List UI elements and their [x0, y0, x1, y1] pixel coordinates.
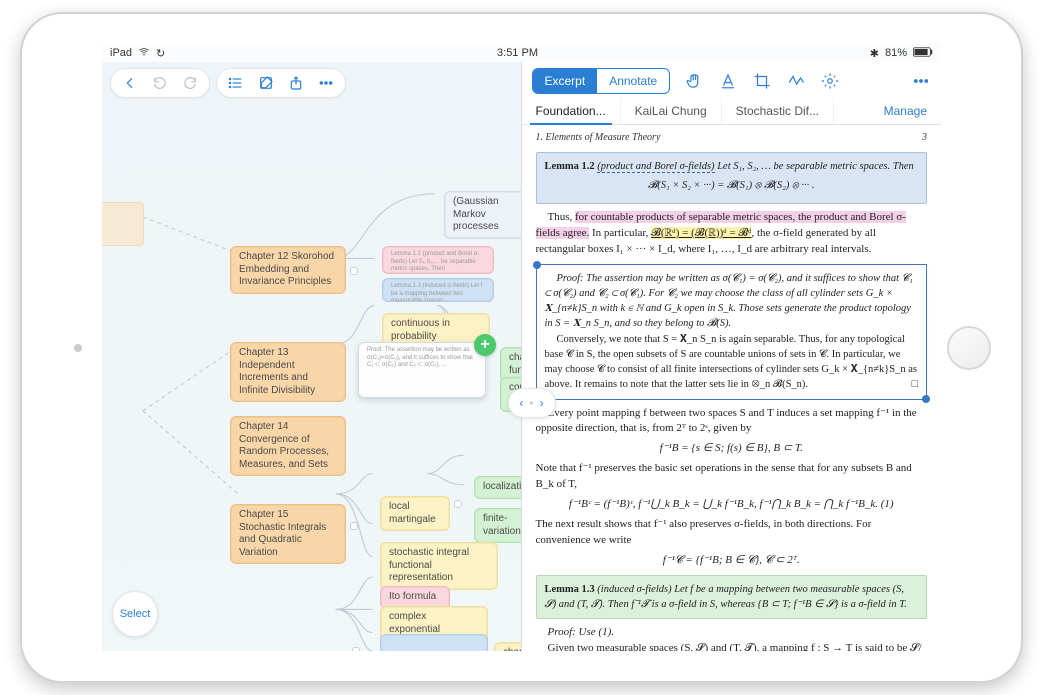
excerpt-stub[interactable]	[380, 634, 488, 651]
undo-icon[interactable]	[151, 74, 169, 92]
node-ch12[interactable]: Chapter 12 Skorohod Embedding and Invari…	[230, 246, 346, 294]
document-pane: Excerpt Annotate Foundation... KaiL	[522, 62, 942, 651]
tab-foundation[interactable]: Foundation...	[522, 98, 621, 124]
wifi-icon	[138, 46, 150, 61]
sync-icon: ↻	[156, 47, 165, 60]
more-icon[interactable]	[317, 74, 335, 92]
selected-proof[interactable]: Proof: The assertion may be written as σ…	[536, 264, 928, 400]
share-icon[interactable]	[287, 74, 305, 92]
tab-stochastic[interactable]: Stochastic Dif...	[722, 98, 834, 124]
right-toolbar: Excerpt Annotate	[522, 62, 942, 98]
mindmap-pane[interactable]: (Gaussian Markov processes Chapter 12 Sk…	[102, 62, 522, 651]
excerpt-lemma13[interactable]: Lemma 1.3 (induced σ-fields) Let f be a …	[382, 278, 494, 302]
node-gaussian[interactable]: (Gaussian Markov processes	[444, 191, 522, 239]
clock: 3:51 PM	[497, 47, 538, 59]
node-fv[interactable]: finite-variation	[474, 508, 522, 543]
split-handle[interactable]: ‹ • ›	[508, 388, 556, 418]
node-loc[interactable]: localization	[474, 476, 522, 499]
battery-icon	[913, 47, 933, 60]
document-content[interactable]: 1. Elements of Measure Theory 3 Lemma 1.…	[522, 125, 942, 651]
faded-node	[102, 202, 144, 246]
select-button[interactable]: Select	[112, 591, 158, 637]
status-bar: iPad ↻ 3:51 PM ✱ 81%	[102, 44, 941, 62]
node-ch13[interactable]: Chapter 13 Independent Increments and In…	[230, 342, 346, 402]
crop-icon[interactable]	[752, 71, 772, 91]
node-locm[interactable]: local martingale	[380, 496, 450, 531]
excerpt-lemma12[interactable]: Lemma 1.2 (product and Borel σ-fields) L…	[382, 246, 494, 274]
doc-page: 3	[922, 131, 927, 146]
doc-section: 1. Elements of Measure Theory	[536, 131, 661, 146]
add-button[interactable]: +	[474, 334, 496, 356]
seg-excerpt[interactable]: Excerpt	[533, 69, 598, 93]
camera-dot	[74, 344, 82, 352]
chevron-left-icon: ‹	[519, 396, 523, 410]
left-toolbar	[102, 62, 521, 104]
text-style-icon[interactable]	[718, 71, 738, 91]
tab-manage[interactable]: Manage	[870, 98, 941, 124]
seg-annotate[interactable]: Annotate	[597, 69, 669, 93]
tab-kailai[interactable]: KaiLai Chung	[621, 98, 722, 124]
bluetooth-icon: ✱	[870, 47, 879, 60]
doc-tabs: Foundation... KaiLai Chung Stochastic Di…	[522, 98, 942, 125]
hand-icon[interactable]	[684, 71, 704, 91]
home-button[interactable]	[947, 326, 991, 370]
joint[interactable]	[350, 267, 358, 275]
device-label: iPad	[110, 47, 132, 59]
joint[interactable]	[350, 522, 358, 530]
lemma-1-2[interactable]: Lemma 1.2 (product and Borel σ-fields) L…	[536, 152, 928, 204]
list-icon[interactable]	[227, 74, 245, 92]
lemma-1-3[interactable]: Lemma 1.3 (induced σ-fields) Let f be a …	[536, 575, 928, 619]
settings-icon[interactable]	[820, 71, 840, 91]
drag-preview[interactable]: Proof. The assertion may be written as σ…	[358, 342, 486, 398]
node-ch15[interactable]: Chapter 15 Stochastic Integrals and Quad…	[230, 504, 346, 564]
redo-icon[interactable]	[181, 74, 199, 92]
lasso-icon[interactable]	[786, 71, 806, 91]
joint[interactable]	[454, 500, 462, 508]
joint[interactable]	[352, 647, 360, 651]
mindmap-canvas[interactable]: (Gaussian Markov processes Chapter 12 Sk…	[102, 106, 521, 651]
battery-percent: 81%	[885, 47, 907, 59]
node-ch14[interactable]: Chapter 14 Convergence of Random Process…	[230, 416, 346, 476]
mode-segment[interactable]: Excerpt Annotate	[532, 68, 671, 94]
chevron-right-icon: ›	[540, 396, 544, 410]
node-cbm[interactable]: characterization of Brownian motion	[494, 642, 522, 651]
more-icon[interactable]	[911, 71, 931, 91]
back-icon[interactable]	[121, 74, 139, 92]
node-sifr[interactable]: stochastic integral functional represent…	[380, 542, 498, 590]
compose-icon[interactable]	[257, 74, 275, 92]
